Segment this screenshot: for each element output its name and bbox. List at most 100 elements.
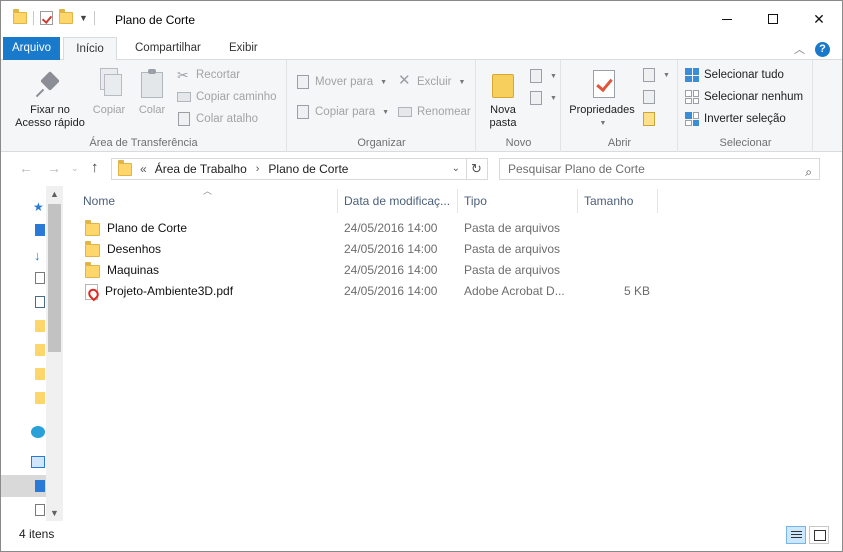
dropdown-arrow-icon: ▼ (663, 71, 670, 79)
folder-icon[interactable] (35, 392, 45, 404)
open-group-label: Abrir (607, 137, 632, 149)
title-bar: ▼ Plano de Corte ✕ (1, 1, 842, 37)
history-icon (642, 112, 656, 126)
delete-label: Excluir (417, 76, 452, 88)
back-arrow-icon[interactable]: ← (19, 160, 33, 176)
search-placeholder: Pesquisar Plano de Corte (508, 162, 645, 176)
desktop-icon[interactable] (35, 480, 45, 492)
invert-selection-button[interactable]: Inverter seleção (685, 109, 786, 129)
cut-button[interactable]: ✂ Recortar (177, 65, 240, 85)
column-header-type[interactable]: Tipo (456, 189, 578, 213)
up-arrow-icon[interactable]: ↑ (91, 159, 99, 176)
breadcrumb-separator-icon[interactable]: › (256, 163, 260, 175)
folder-icon[interactable] (35, 320, 45, 332)
file-date: 24/05/2016 14:00 (344, 284, 438, 298)
tab-file[interactable]: Arquivo (3, 37, 60, 60)
onedrive-icon[interactable] (31, 426, 45, 438)
rename-icon (398, 105, 412, 119)
column-header-name[interactable]: Nome (75, 189, 338, 213)
pin-icon (35, 68, 65, 100)
folder-icon[interactable] (35, 368, 45, 380)
edit-button[interactable] (642, 87, 656, 107)
rename-button[interactable]: Renomear (398, 102, 471, 122)
file-row[interactable]: Maquinas 24/05/2016 14:00 Pasta de arqui… (77, 260, 777, 281)
select-all-icon (685, 68, 699, 82)
properties-button[interactable]: Propriedades ▼ (567, 68, 637, 130)
address-dropdown-icon[interactable]: ⌄ (452, 163, 460, 174)
pin-quick-access-button[interactable]: Fixar no Acesso rápido (13, 68, 87, 130)
copy-label: Copiar (92, 104, 126, 116)
open-button[interactable]: ▼ (642, 65, 670, 85)
copy-to-button[interactable]: Copiar para ▼ (296, 102, 389, 122)
breadcrumb-current[interactable]: Plano de Corte (268, 162, 348, 176)
delete-button[interactable]: ✕ Excluir ▼ (398, 72, 465, 92)
paste-button[interactable]: Colar (135, 68, 169, 117)
close-button[interactable]: ✕ (796, 1, 842, 37)
folder-icon[interactable] (35, 344, 45, 356)
details-view-button[interactable] (786, 526, 806, 544)
forward-arrow-icon[interactable]: → (47, 160, 61, 176)
ribbon-collapse-icon[interactable]: ︿ (794, 41, 805, 57)
history-button[interactable] (642, 109, 656, 129)
this-pc-icon[interactable] (31, 456, 45, 468)
nav-scrollbar[interactable]: ▲ ▼ (46, 186, 63, 521)
large-icons-view-button[interactable] (809, 526, 829, 544)
clipboard-group: Fixar no Acesso rápido Copiar Colar ✂ Re… (1, 60, 287, 152)
scroll-down-icon[interactable]: ▼ (50, 508, 59, 518)
file-row[interactable]: Plano de Corte 24/05/2016 14:00 Pasta de… (77, 218, 777, 239)
search-input[interactable]: Pesquisar Plano de Corte ⌕ (499, 158, 820, 180)
toolbar-separator (93, 11, 95, 25)
tab-home[interactable]: Início (63, 37, 117, 61)
new-item-button[interactable]: ▼ (529, 66, 557, 86)
ribbon-tabs: Arquivo Início Compartilhar Exibir (1, 37, 842, 61)
customize-toolbar-dropdown-icon[interactable]: ▼ (79, 13, 88, 23)
dropdown-arrow-icon: ▼ (382, 108, 390, 116)
search-icon[interactable]: ⌕ (805, 162, 812, 182)
address-bar[interactable]: « Área de Trabalho › Plano de Corte ⌄ (111, 158, 467, 180)
tab-share[interactable]: Compartilhar (125, 37, 211, 60)
paste-label: Colar (138, 104, 166, 116)
column-header-size[interactable]: Tamanho (576, 189, 658, 213)
new-folder-button[interactable]: Nova pasta (483, 68, 523, 130)
minimize-icon (722, 18, 732, 20)
help-icon[interactable]: ? (815, 41, 830, 57)
copy-path-button[interactable]: Copiar caminho (177, 87, 277, 107)
move-to-button[interactable]: Mover para ▼ (296, 72, 387, 92)
documents-icon[interactable] (35, 272, 45, 284)
rename-label: Renomear (417, 106, 471, 118)
paste-shortcut-button[interactable]: Colar atalho (177, 109, 258, 129)
move-to-icon (296, 75, 310, 89)
file-date: 24/05/2016 14:00 (344, 221, 438, 235)
file-row[interactable]: Desenhos 24/05/2016 14:00 Pasta de arqui… (77, 239, 777, 260)
dropdown-arrow-icon: ▼ (380, 78, 388, 86)
refresh-button[interactable]: ↻ (466, 158, 488, 180)
file-row[interactable]: Projeto-Ambiente3D.pdf 24/05/2016 14:00 … (77, 281, 777, 302)
scroll-up-icon[interactable]: ▲ (50, 189, 59, 199)
file-date: 24/05/2016 14:00 (344, 242, 438, 256)
pictures-icon[interactable] (35, 296, 45, 308)
recent-locations-chevron-icon[interactable]: ⌄ (71, 163, 79, 174)
downloads-icon[interactable]: ↓ (34, 248, 44, 263)
properties-check-icon[interactable] (40, 11, 53, 25)
documents-icon[interactable] (35, 504, 45, 516)
copy-button[interactable]: Copiar (91, 68, 127, 117)
easy-access-button[interactable]: ▼ (529, 88, 557, 108)
nav-scrollbar-thumb[interactable] (48, 204, 61, 352)
maximize-button[interactable] (750, 1, 796, 37)
select-all-button[interactable]: Selecionar tudo (685, 65, 784, 85)
file-list: ︿ Nome Data de modificaç... Tipo Tamanho… (63, 186, 842, 521)
folder-icon (85, 220, 100, 236)
quick-access-star-icon[interactable]: ★ (33, 200, 44, 214)
desktop-icon[interactable] (35, 224, 45, 236)
navigation-bar: ← → ⌄ ↑ « Área de Trabalho › Plano de Co… (1, 152, 842, 186)
minimize-button[interactable] (704, 1, 750, 37)
copy-icon (94, 68, 124, 100)
breadcrumb-overflow[interactable]: « (140, 162, 147, 176)
new-folder-icon (488, 68, 518, 100)
move-to-label: Mover para (315, 76, 374, 88)
new-folder-icon[interactable] (59, 9, 73, 24)
select-none-button[interactable]: Selecionar nenhum (685, 87, 803, 107)
breadcrumb-desktop[interactable]: Área de Trabalho (155, 162, 247, 176)
tab-view[interactable]: Exibir (219, 37, 268, 60)
column-header-date[interactable]: Data de modificaç... (336, 189, 458, 213)
